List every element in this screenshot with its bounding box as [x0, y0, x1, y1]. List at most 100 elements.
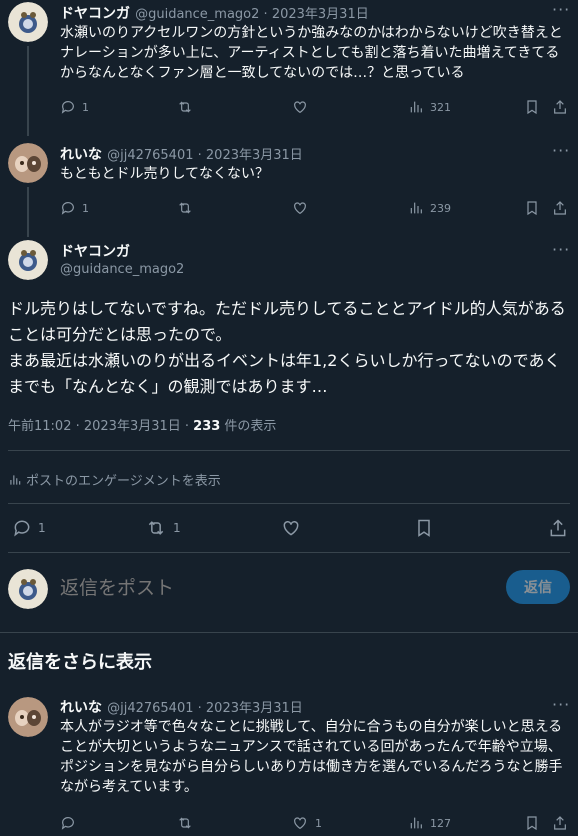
author-name[interactable]: れいな — [60, 700, 102, 716]
avatar-reina[interactable] — [8, 697, 48, 737]
reply1-text: 水瀬いのりアクセルワンの方針というか強みなのかはわからないけど吹き替えとナレーシ… — [60, 25, 563, 81]
share-icon — [554, 816, 566, 830]
more-horizontal-icon[interactable]: ··· — [552, 0, 570, 19]
heart-icon — [283, 520, 299, 536]
views-label: 件の表示 — [220, 419, 277, 434]
views-count: 321 — [430, 100, 451, 114]
share-icon — [550, 519, 566, 537]
reply3-text: 本人がラジオ等で色々なことに挑戦して、自分に合うもの自分が楽しいと思えることが大… — [60, 719, 563, 795]
share-button[interactable] — [548, 518, 568, 538]
more-horizontal-icon[interactable]: ··· — [552, 240, 570, 259]
post-time[interactable]: 午前11:02 · 2023年3月31日 · — [8, 419, 193, 434]
views-icon — [410, 101, 422, 113]
repost-button[interactable] — [176, 99, 200, 115]
repost-icon — [148, 521, 164, 535]
author-name[interactable]: ドヤコンガ — [60, 241, 130, 261]
bookmark-button[interactable] — [524, 200, 540, 216]
author-handle[interactable]: @guidance_mago2 — [135, 7, 259, 22]
like-count: 1 — [315, 816, 322, 830]
reply-icon — [61, 101, 74, 114]
share-button[interactable] — [552, 200, 568, 216]
repost-button[interactable] — [176, 815, 200, 831]
repost-button[interactable]: 1 — [145, 518, 181, 538]
views-button[interactable]: 127 — [408, 815, 451, 831]
views-count: 233 — [193, 419, 221, 434]
reply2-text: もともとドル売りしてなくない？ — [60, 166, 270, 182]
reply-button[interactable]: 1 — [12, 518, 46, 538]
avatar-current-user[interactable] — [8, 569, 48, 609]
divider — [8, 503, 570, 504]
more-replies-heading: 返信をさらに表示 — [8, 652, 152, 673]
reply-input[interactable] — [60, 572, 480, 604]
like-button[interactable] — [280, 518, 308, 538]
bookmark-icon — [527, 100, 537, 115]
reply-icon — [61, 817, 74, 830]
engagement-link[interactable]: ポストのエンゲージメントを表示 — [8, 470, 221, 489]
share-button[interactable] — [552, 99, 568, 115]
share-icon — [554, 100, 566, 114]
repost-icon — [179, 101, 191, 113]
like-button[interactable] — [291, 200, 315, 216]
main-post-text: ドル売りはしてないですね。ただドル売りしてることとアイドル的人気があることは可分… — [8, 296, 572, 400]
main-post-paragraph: ドル売りはしてないですね。ただドル売りしてることとアイドル的人気があることは可分… — [8, 299, 566, 344]
views-count: 127 — [430, 816, 451, 830]
views-icon — [410, 202, 422, 214]
thread-line — [27, 187, 29, 237]
reply2-header: れいな @jj42765401 · 2023年3月31日 — [60, 144, 303, 164]
bookmark-icon — [418, 519, 430, 537]
heart-icon — [294, 817, 306, 830]
thread-line — [27, 46, 29, 136]
views-icon — [410, 817, 422, 829]
reply-count: 1 — [82, 100, 89, 114]
divider — [0, 632, 578, 633]
repost-button[interactable] — [176, 200, 200, 216]
main-post-paragraph: まあ最近は水瀬いのりが出るイベントは年1,2くらいしか行ってないのであくまでも「… — [8, 351, 561, 396]
reply-icon — [14, 520, 30, 537]
bookmark-icon — [527, 816, 537, 831]
reply-button[interactable]: 1 — [60, 99, 89, 115]
bookmark-button[interactable] — [524, 99, 540, 115]
bookmark-button[interactable] — [414, 518, 434, 538]
reply-submit-label: 返信 — [524, 580, 552, 596]
author-name[interactable]: ドヤコンガ — [60, 6, 130, 22]
author-handle[interactable]: @jj42765401 — [107, 148, 193, 163]
share-button[interactable] — [552, 815, 568, 831]
reply1-header: ドヤコンガ @guidance_mago2 · 2023年3月31日 — [60, 3, 369, 23]
author-handle[interactable]: @guidance_mago2 — [60, 262, 184, 277]
separator: · — [193, 701, 206, 716]
reply-icon — [61, 202, 74, 215]
post-date[interactable]: 2023年3月31日 — [272, 7, 369, 22]
like-button[interactable]: 1 — [291, 815, 322, 831]
more-horizontal-icon[interactable]: ··· — [552, 695, 570, 714]
bookmark-icon — [527, 201, 537, 216]
reply3-header: れいな @jj42765401 · 2023年3月31日 — [60, 697, 303, 717]
like-button[interactable] — [291, 99, 315, 115]
reply-button[interactable]: 1 — [60, 200, 89, 216]
reply-button[interactable] — [60, 815, 82, 831]
more-horizontal-icon[interactable]: ··· — [552, 141, 570, 160]
views-button[interactable]: 239 — [408, 200, 451, 216]
views-icon — [10, 474, 21, 485]
post-date[interactable]: 2023年3月31日 — [206, 148, 303, 163]
separator: · — [259, 7, 272, 22]
avatar-reina[interactable] — [8, 143, 48, 183]
author-name[interactable]: れいな — [60, 147, 102, 163]
post-date[interactable]: 2023年3月31日 — [206, 701, 303, 716]
views-count: 239 — [430, 201, 451, 215]
reply-submit-button[interactable]: 返信 — [506, 570, 570, 604]
repost-icon — [179, 202, 191, 214]
divider — [8, 450, 570, 451]
avatar-doyaconga[interactable] — [8, 240, 48, 280]
author-handle[interactable]: @jj42765401 — [107, 701, 193, 716]
avatar-doyaconga[interactable] — [8, 2, 48, 42]
reply-count: 1 — [38, 521, 46, 535]
bookmark-button[interactable] — [524, 815, 540, 831]
separator: · — [193, 148, 206, 163]
reply-count: 1 — [82, 201, 89, 215]
share-icon — [554, 201, 566, 215]
repost-icon — [179, 817, 191, 829]
views-button[interactable]: 321 — [408, 99, 451, 115]
divider — [8, 552, 570, 553]
engagement-label: ポストのエンゲージメントを表示 — [26, 474, 221, 489]
heart-icon — [294, 202, 306, 215]
